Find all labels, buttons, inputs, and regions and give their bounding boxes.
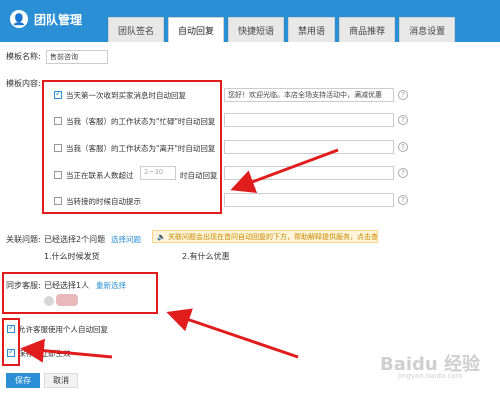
arrow-to-checkboxes [20,338,113,363]
annotation-arrows [20,148,339,363]
watermark-url: jingyan.baidu.com [398,372,463,380]
arrow-to-options [230,148,339,193]
arrow-to-sync [166,308,299,359]
